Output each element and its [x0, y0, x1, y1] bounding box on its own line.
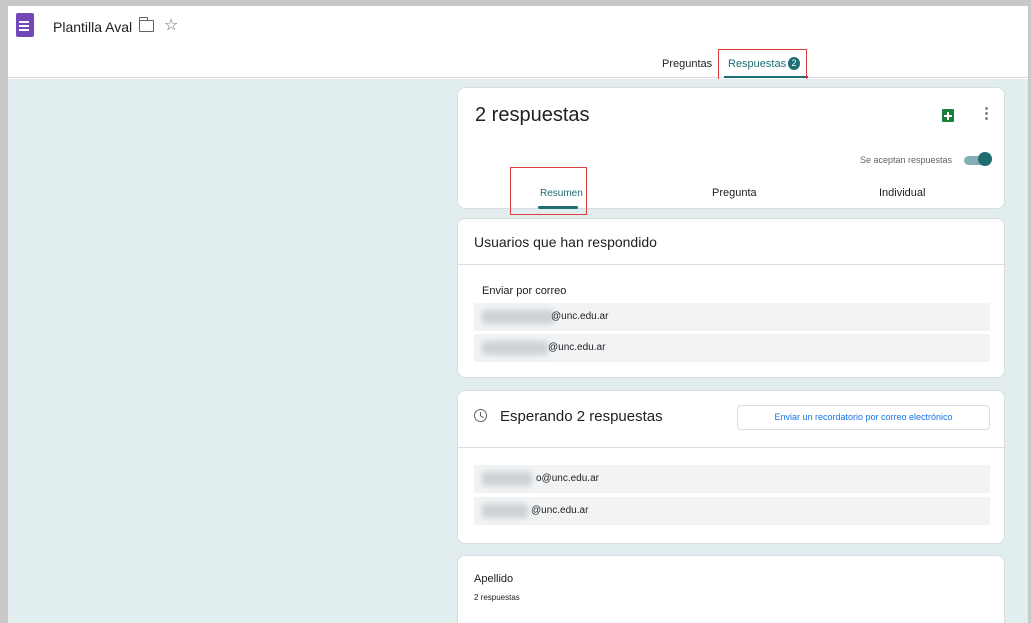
respondent-email: @unc.edu.ar [551, 311, 609, 322]
sheets-link-icon[interactable] [942, 109, 954, 122]
subtab-pregunta[interactable]: Pregunta [712, 187, 757, 199]
responded-users-heading: Usuarios que han respondido [474, 234, 657, 250]
star-icon[interactable]: ☆ [164, 15, 178, 34]
accepting-responses-label: Se aceptan respuestas [860, 155, 953, 165]
question-summary-card: Apellido 2 respuestas [457, 555, 1005, 623]
pending-responses-heading: Esperando 2 respuestas [500, 408, 663, 425]
forms-header: Plantilla Aval ☆ Preguntas Respuestas 2 [8, 6, 1028, 82]
send-email-label: Enviar por correo [482, 285, 567, 297]
clock-icon [474, 409, 487, 422]
document-title[interactable]: Plantilla Aval [53, 19, 132, 35]
accepting-responses-toggle-thumb[interactable] [978, 152, 992, 166]
pending-email: o@unc.edu.ar [536, 473, 599, 484]
folder-icon[interactable] [138, 17, 154, 32]
redacted-text [482, 310, 554, 324]
responses-summary-card: 2 respuestas ⋮ Se aceptan respuestas Res… [457, 87, 1005, 209]
question-title: Apellido [474, 573, 514, 585]
list-item[interactable]: @unc.edu.ar [474, 303, 990, 331]
send-reminder-button[interactable]: Enviar un recordatorio por correo electr… [737, 405, 990, 430]
redacted-text [482, 504, 528, 518]
pending-responses-card: Esperando 2 respuestas Enviar un recorda… [457, 390, 1005, 544]
tab-preguntas[interactable]: Preguntas [662, 58, 712, 70]
list-item[interactable]: o@unc.edu.ar [474, 465, 990, 493]
redacted-text [482, 472, 532, 486]
divider [458, 447, 1004, 448]
subtab-individual[interactable]: Individual [879, 187, 925, 199]
more-options-icon[interactable]: ⋮ [979, 105, 994, 123]
respondent-email: @unc.edu.ar [548, 342, 606, 353]
responses-content-area: 2 respuestas ⋮ Se aceptan respuestas Res… [8, 79, 1028, 623]
responses-count-title: 2 respuestas [475, 104, 590, 126]
active-tab-indicator [724, 76, 808, 78]
google-forms-icon[interactable] [16, 13, 34, 37]
list-item[interactable]: @unc.edu.ar [474, 334, 990, 362]
window-frame-left [0, 0, 8, 623]
pending-email: @unc.edu.ar [531, 505, 589, 516]
responses-count-badge: 2 [788, 57, 800, 70]
responded-users-card: Usuarios que han respondido Enviar por c… [457, 218, 1005, 378]
list-item[interactable]: @unc.edu.ar [474, 497, 990, 525]
tab-respuestas[interactable]: Respuestas [728, 58, 786, 70]
redacted-text [482, 341, 548, 355]
divider [458, 264, 1004, 265]
active-subtab-indicator [538, 206, 578, 209]
question-response-count: 2 respuestas [474, 593, 520, 602]
subtab-resumen[interactable]: Resumen [540, 188, 583, 199]
